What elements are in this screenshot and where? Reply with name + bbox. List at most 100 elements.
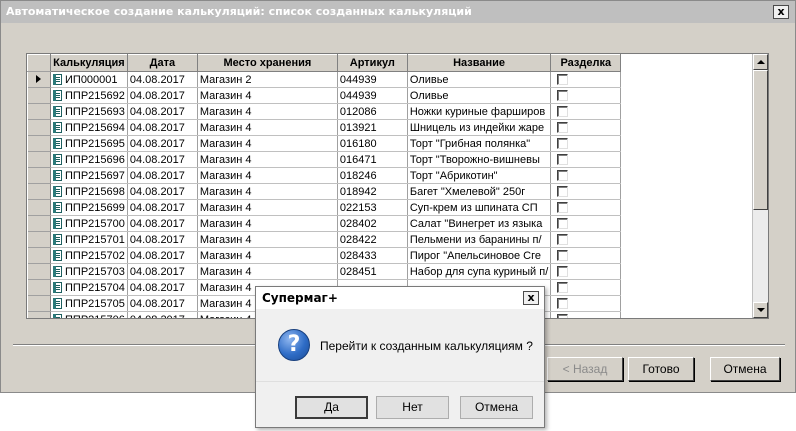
- cell-date[interactable]: 04.08.2017: [127, 247, 198, 264]
- dialog-cancel-button[interactable]: Отмена: [460, 396, 533, 419]
- cutting-checkbox[interactable]: [557, 137, 569, 149]
- cell-calc[interactable]: ППР215701: [50, 231, 128, 248]
- cell-article[interactable]: 016471: [337, 151, 408, 168]
- vertical-scrollbar[interactable]: [752, 54, 768, 318]
- cutting-checkbox[interactable]: [557, 201, 569, 213]
- cell-name[interactable]: Торт "Творожно-вишневы: [407, 151, 552, 168]
- done-button[interactable]: Готово: [628, 357, 694, 381]
- row-indicator[interactable]: [27, 231, 51, 248]
- cell-name[interactable]: Набор для супа куриный п/: [407, 263, 552, 280]
- cutting-checkbox[interactable]: [557, 153, 569, 165]
- dialog-close-button[interactable]: x: [523, 291, 539, 305]
- table-row[interactable]: ППР215693 04.08.2017 Магазин 4 012086 Ножки …: [27, 103, 622, 120]
- table-row[interactable]: ППР215697 04.08.2017 Магазин 4 018246 Торт "…: [27, 167, 622, 184]
- cell-name[interactable]: Оливье: [407, 87, 552, 104]
- cell-article[interactable]: 028422: [337, 231, 408, 248]
- cell-article[interactable]: 044939: [337, 87, 408, 104]
- cell-date[interactable]: 04.08.2017: [127, 183, 198, 200]
- cell-store[interactable]: Магазин 4: [197, 247, 338, 264]
- scroll-thumb[interactable]: [753, 70, 768, 210]
- cell-calc[interactable]: ППР215703: [50, 263, 128, 280]
- row-indicator[interactable]: [27, 87, 51, 104]
- cell-store[interactable]: Магазин 4: [197, 151, 338, 168]
- row-indicator[interactable]: [27, 311, 51, 318]
- row-indicator[interactable]: [27, 119, 51, 136]
- row-indicator[interactable]: [27, 247, 51, 264]
- cell-date[interactable]: 04.08.2017: [127, 71, 198, 88]
- cell-name[interactable]: Пирог "Апельсиновое Сге: [407, 247, 552, 264]
- cell-article[interactable]: 022153: [337, 199, 408, 216]
- window-close-button[interactable]: x: [773, 5, 789, 19]
- cell-store[interactable]: Магазин 4: [197, 167, 338, 184]
- cell-calc[interactable]: ППР215693: [50, 103, 128, 120]
- cell-date[interactable]: 04.08.2017: [127, 215, 198, 232]
- cell-date[interactable]: 04.08.2017: [127, 151, 198, 168]
- row-indicator[interactable]: [27, 167, 51, 184]
- cell-article[interactable]: 028433: [337, 247, 408, 264]
- cell-date[interactable]: 04.08.2017: [127, 119, 198, 136]
- row-indicator[interactable]: [27, 151, 51, 168]
- scroll-down-button[interactable]: [753, 302, 768, 318]
- cell-name[interactable]: Торт "Абрикотин": [407, 167, 552, 184]
- table-row[interactable]: ППР215700 04.08.2017 Магазин 4 028402 Салат …: [27, 215, 622, 232]
- column-header-store[interactable]: Место хранения: [196, 54, 338, 72]
- column-header-name[interactable]: Название: [406, 54, 552, 72]
- cell-date[interactable]: 04.08.2017: [127, 295, 198, 312]
- row-indicator[interactable]: [27, 71, 51, 88]
- cell-date[interactable]: 04.08.2017: [127, 231, 198, 248]
- column-header-cutting[interactable]: Разделка: [550, 54, 622, 72]
- cell-name[interactable]: Оливье: [407, 71, 552, 88]
- table-row[interactable]: ППР215695 04.08.2017 Магазин 4 016180 Торт "…: [27, 135, 622, 152]
- row-indicator[interactable]: [27, 263, 51, 280]
- cell-article[interactable]: 028451: [337, 263, 408, 280]
- row-indicator[interactable]: [27, 295, 51, 312]
- cell-date[interactable]: 04.08.2017: [127, 311, 198, 318]
- cutting-checkbox[interactable]: [557, 89, 569, 101]
- table-row[interactable]: ППР215696 04.08.2017 Магазин 4 016471 Торт "…: [27, 151, 622, 168]
- cell-store[interactable]: Магазин 4: [197, 215, 338, 232]
- table-row[interactable]: ППР215702 04.08.2017 Магазин 4 028433 Пирог …: [27, 247, 622, 264]
- cell-calc[interactable]: ППР215702: [50, 247, 128, 264]
- cell-name[interactable]: Пельмени из баранины п/: [407, 231, 552, 248]
- row-indicator[interactable]: [27, 215, 51, 232]
- cell-calc[interactable]: ППР215704: [50, 279, 128, 296]
- cell-date[interactable]: 04.08.2017: [127, 199, 198, 216]
- cutting-checkbox[interactable]: [557, 281, 569, 293]
- cell-article[interactable]: 044939: [337, 71, 408, 88]
- cell-article[interactable]: 018246: [337, 167, 408, 184]
- row-indicator[interactable]: [27, 103, 51, 120]
- cutting-checkbox[interactable]: [557, 297, 569, 309]
- cell-calc[interactable]: ППР215698: [50, 183, 128, 200]
- table-row[interactable]: ИП000001 04.08.2017 Магазин 2 044939 Оливье: [27, 71, 622, 88]
- row-indicator[interactable]: [27, 199, 51, 216]
- table-row[interactable]: ППР215694 04.08.2017 Магазин 4 013921 Шницел…: [27, 119, 622, 136]
- no-button[interactable]: Нет: [376, 396, 449, 419]
- cell-name[interactable]: Шницель из индейки жаре: [407, 119, 552, 136]
- row-indicator[interactable]: [27, 183, 51, 200]
- cell-name[interactable]: Багет "Хмелевой" 250г: [407, 183, 552, 200]
- cell-article[interactable]: 016180: [337, 135, 408, 152]
- cell-store[interactable]: Магазин 4: [197, 199, 338, 216]
- cell-calc[interactable]: ППР215694: [50, 119, 128, 136]
- column-header-calc[interactable]: Калькуляция: [50, 54, 128, 72]
- cell-article[interactable]: 013921: [337, 119, 408, 136]
- cell-name[interactable]: Салат "Винегрет из языка: [407, 215, 552, 232]
- cell-calc[interactable]: ППР215696: [50, 151, 128, 168]
- table-row[interactable]: ППР215699 04.08.2017 Магазин 4 022153 Суп-кр…: [27, 199, 622, 216]
- cell-article[interactable]: 012086: [337, 103, 408, 120]
- cutting-checkbox[interactable]: [557, 249, 569, 261]
- cell-name[interactable]: Суп-крем из шпината СП: [407, 199, 552, 216]
- cell-date[interactable]: 04.08.2017: [127, 279, 198, 296]
- cell-date[interactable]: 04.08.2017: [127, 135, 198, 152]
- yes-button[interactable]: Да: [295, 396, 368, 419]
- cell-store[interactable]: Магазин 4: [197, 183, 338, 200]
- table-row[interactable]: ППР215692 04.08.2017 Магазин 4 044939 Оливье: [27, 87, 622, 104]
- table-row[interactable]: ППР215703 04.08.2017 Магазин 4 028451 Набор …: [27, 263, 622, 280]
- cell-calc[interactable]: ППР215697: [50, 167, 128, 184]
- row-indicator[interactable]: [27, 279, 51, 296]
- cell-store[interactable]: Магазин 4: [197, 231, 338, 248]
- cell-calc[interactable]: ППР215699: [50, 199, 128, 216]
- cell-date[interactable]: 04.08.2017: [127, 103, 198, 120]
- cutting-checkbox[interactable]: [557, 185, 569, 197]
- cutting-checkbox[interactable]: [557, 233, 569, 245]
